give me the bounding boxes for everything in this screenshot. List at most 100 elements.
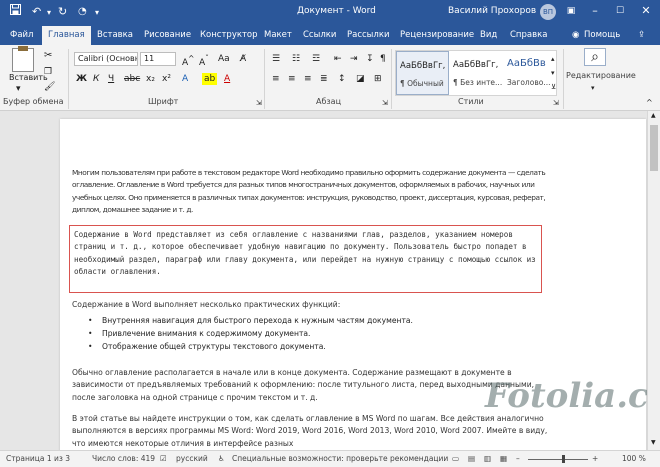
font-color-icon[interactable]: A bbox=[224, 73, 230, 85]
cut-icon[interactable]: ✂ bbox=[44, 50, 52, 62]
tab-references[interactable]: Ссылки bbox=[303, 28, 336, 42]
tab-help[interactable]: Справка bbox=[510, 28, 547, 42]
text-effects-button[interactable]: A bbox=[182, 73, 188, 85]
increase-indent-icon[interactable]: ⇥ bbox=[350, 53, 358, 65]
focus-icon[interactable]: ▭ bbox=[452, 454, 459, 463]
subscript-button[interactable]: x₂ bbox=[146, 73, 155, 85]
ribbon-display-icon[interactable]: ▣ bbox=[558, 0, 584, 24]
page-count[interactable]: Страница 1 из 3 bbox=[6, 454, 70, 463]
zoom-in-icon[interactable]: + bbox=[592, 454, 598, 463]
document-area: Многим пользователям при работе в тексто… bbox=[0, 111, 647, 450]
underline-button[interactable]: Ч bbox=[108, 73, 114, 85]
dialog-launcher-icon[interactable]: ⇲ bbox=[553, 97, 559, 109]
chevron-down-icon[interactable]: ▾ bbox=[551, 67, 555, 79]
undo-icon[interactable]: ↶ bbox=[32, 3, 41, 21]
chevron-down-icon[interactable]: ▾ bbox=[591, 82, 595, 94]
font-size-combo[interactable]: 11 bbox=[140, 52, 176, 66]
bold-button[interactable]: Ж bbox=[76, 73, 87, 85]
language[interactable]: русский bbox=[176, 454, 208, 463]
paragraph-instructions: В этой статье вы найдете инструкции о то… bbox=[72, 414, 548, 448]
style-normal[interactable]: АаБбВвГг, ¶ Обычный bbox=[396, 51, 449, 95]
decrease-indent-icon[interactable]: ⇤ bbox=[334, 53, 342, 65]
avatar[interactable]: ВП bbox=[540, 4, 556, 20]
vertical-scrollbar[interactable]: ▲ ▼ bbox=[647, 111, 660, 450]
borders-icon[interactable]: ⊞ bbox=[374, 73, 382, 85]
highlight-box: Содержание в Word представляет из себя о… bbox=[69, 225, 542, 293]
zoom-slider-knob[interactable] bbox=[562, 455, 565, 463]
tab-review[interactable]: Рецензирование bbox=[400, 28, 474, 42]
tab-view[interactable]: Вид bbox=[480, 28, 497, 42]
show-marks-icon[interactable]: ¶ bbox=[380, 53, 386, 65]
print-layout-icon[interactable]: ▥ bbox=[484, 454, 491, 463]
paste-button[interactable]: Вставить bbox=[9, 73, 48, 82]
tab-file[interactable]: Файл bbox=[10, 28, 33, 42]
style-heading[interactable]: АаБбВв Заголово... bbox=[504, 51, 557, 95]
scrollbar-thumb[interactable] bbox=[650, 125, 658, 171]
align-center-icon[interactable]: ≡ bbox=[288, 73, 296, 85]
chevron-up-icon[interactable]: ▴ bbox=[551, 53, 555, 65]
dialog-launcher-icon[interactable]: ⇲ bbox=[256, 97, 262, 109]
search-icon[interactable]: ⌕ bbox=[584, 48, 606, 66]
more-styles-icon[interactable]: ⊻ bbox=[551, 81, 556, 93]
tab-home[interactable]: Главная bbox=[42, 26, 91, 45]
paste-icon[interactable] bbox=[12, 46, 34, 72]
clear-format-icon[interactable]: A̸ bbox=[240, 53, 246, 65]
tab-design[interactable]: Конструктор bbox=[200, 28, 258, 42]
superscript-button[interactable]: x² bbox=[162, 73, 171, 85]
tab-insert[interactable]: Вставка bbox=[97, 28, 133, 42]
redo-icon[interactable]: ↻ bbox=[58, 3, 67, 21]
save-icon[interactable] bbox=[10, 3, 21, 21]
align-right-icon[interactable]: ≡ bbox=[304, 73, 312, 85]
style-no-spacing[interactable]: АаБбВвГг, ¶ Без инте... bbox=[450, 51, 503, 95]
format-painter-icon[interactable]: 🖌 bbox=[44, 81, 55, 93]
shading-icon[interactable]: ◪ bbox=[356, 73, 365, 85]
sort-icon[interactable]: ↧ bbox=[366, 53, 374, 65]
zoom-out-icon[interactable]: – bbox=[516, 454, 520, 463]
user-name[interactable]: Василий Прохоров bbox=[448, 6, 536, 16]
change-case-icon[interactable]: Aa bbox=[218, 53, 230, 65]
multilevel-list-icon[interactable]: ☲ bbox=[312, 53, 320, 65]
collapse-ribbon-icon[interactable]: ^ bbox=[646, 97, 653, 109]
copy-icon[interactable]: ❐ bbox=[44, 66, 52, 78]
accessibility-icon[interactable]: ♿ bbox=[218, 454, 225, 463]
justify-icon[interactable]: ≣ bbox=[320, 73, 328, 85]
autosave-icon[interactable]: ◔ bbox=[78, 3, 87, 21]
divider bbox=[391, 49, 392, 109]
web-layout-icon[interactable]: ▦ bbox=[500, 454, 507, 463]
tab-draw[interactable]: Рисование bbox=[144, 28, 191, 42]
dialog-launcher-icon[interactable]: ⇲ bbox=[382, 97, 388, 109]
maximize-icon[interactable]: ☐ bbox=[607, 0, 633, 24]
tab-mailings[interactable]: Рассылки bbox=[347, 28, 389, 42]
chevron-down-icon[interactable]: ▾ bbox=[16, 83, 21, 95]
align-left-icon[interactable]: ≡ bbox=[272, 73, 280, 85]
divider bbox=[68, 49, 69, 109]
zoom-level[interactable]: 100 % bbox=[622, 454, 646, 463]
accessibility-status[interactable]: Специальные возможности: проверьте реком… bbox=[232, 454, 448, 463]
grow-font-icon[interactable]: A^ bbox=[182, 53, 194, 69]
minimize-icon[interactable]: – bbox=[582, 0, 608, 24]
chevron-down-icon[interactable]: ▼ bbox=[651, 439, 656, 446]
proofing-icon[interactable]: ☑ bbox=[160, 454, 167, 463]
strikethrough-icon[interactable]: abc bbox=[124, 73, 140, 85]
shrink-font-icon[interactable]: Aˇ bbox=[199, 53, 209, 69]
customize-icon[interactable]: ▾ bbox=[95, 4, 99, 22]
bullets-icon[interactable]: ☰ bbox=[272, 53, 280, 65]
close-icon[interactable]: ✕ bbox=[633, 0, 659, 24]
editing-button[interactable]: Редактирование bbox=[566, 71, 636, 80]
chevron-up-icon[interactable]: ▲ bbox=[651, 112, 656, 119]
highlight-icon[interactable]: ab bbox=[202, 73, 218, 85]
document-title: Документ - Word bbox=[297, 6, 376, 16]
styles-gallery: АаБбВвГг, ¶ Обычный АаБбВвГг, ¶ Без инте… bbox=[395, 50, 557, 96]
zoom-slider[interactable] bbox=[528, 459, 588, 460]
italic-button[interactable]: К bbox=[93, 73, 99, 85]
line-spacing-icon[interactable]: ↕ bbox=[338, 73, 346, 85]
share-icon[interactable]: ⇪ bbox=[638, 28, 645, 42]
status-bar: Страница 1 из 3 Число слов: 419 ☑ русски… bbox=[0, 450, 660, 467]
read-mode-icon[interactable]: ▤ bbox=[468, 454, 475, 463]
chevron-down-icon[interactable]: ▾ bbox=[47, 4, 51, 22]
font-name-combo[interactable]: Calibri (Основн bbox=[74, 52, 138, 66]
numbering-icon[interactable]: ☷ bbox=[292, 53, 300, 65]
help-button[interactable]: Помощь bbox=[584, 28, 620, 42]
word-count[interactable]: Число слов: 419 bbox=[92, 454, 155, 463]
tab-layout[interactable]: Макет bbox=[264, 28, 292, 42]
